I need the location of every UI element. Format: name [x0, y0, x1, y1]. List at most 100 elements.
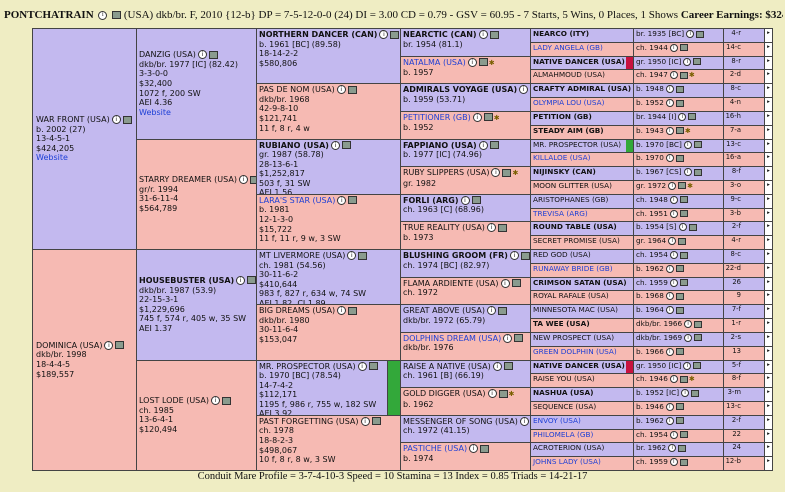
expand-arrow-icon[interactable]: ▸ — [764, 42, 772, 56]
expand-arrow-icon[interactable]: ▸ — [764, 29, 772, 42]
horse-name-link[interactable]: ROUND TABLE (USA) — [531, 222, 632, 235]
info-circle-icon[interactable]: i — [669, 209, 678, 218]
info-circle-icon[interactable]: i — [519, 85, 529, 95]
website-link[interactable]: Website — [139, 108, 254, 118]
expand-arrow-icon[interactable]: ▸ — [764, 332, 772, 346]
pedigree-flag-icon[interactable] — [678, 237, 687, 245]
pedigree-flag-icon[interactable] — [520, 251, 530, 260]
pedigree-flag-icon[interactable] — [679, 431, 688, 439]
info-circle-icon[interactable]: i — [98, 10, 108, 20]
horse-name-link[interactable]: HOUSEBUSTER (USA) i — [139, 275, 256, 286]
horse-name-link[interactable]: STEADY AIM (GB) — [531, 126, 632, 139]
horse-name-link[interactable]: GREAT ABOVE (USA) i — [403, 306, 528, 316]
pedigree-flag-icon[interactable] — [489, 141, 499, 149]
pedigree-flag-icon[interactable] — [675, 306, 684, 314]
info-circle-icon[interactable]: i — [678, 223, 687, 232]
pedigree-flag-icon[interactable] — [390, 30, 400, 39]
expand-arrow-icon[interactable]: ▸ — [764, 194, 772, 208]
expand-arrow-icon[interactable]: ▸ — [764, 139, 772, 153]
info-circle-icon[interactable]: i — [478, 140, 488, 150]
info-circle-icon[interactable]: i — [683, 168, 692, 177]
expand-arrow-icon[interactable]: ▸ — [764, 153, 772, 167]
info-circle-icon[interactable]: i — [665, 126, 674, 135]
pedigree-flag-icon[interactable] — [348, 196, 358, 205]
info-circle-icon[interactable]: i — [330, 140, 340, 150]
pedigree-flag-icon[interactable] — [368, 362, 378, 370]
expand-arrow-icon[interactable]: ▸ — [764, 443, 772, 457]
horse-name-link[interactable]: ACROTERION (USA) — [531, 443, 632, 456]
horse-name-link[interactable]: FAPPIANO (USA) i — [403, 140, 528, 151]
horse-name-link[interactable]: STARRY DREAMER (USA) i — [139, 175, 256, 185]
pedigree-flag-icon[interactable] — [497, 223, 507, 232]
horse-name-link[interactable]: LARA'S STAR (USA) i — [259, 195, 398, 206]
info-circle-icon[interactable]: i — [236, 275, 246, 285]
horse-name-link[interactable]: RUBIANO (USA) i — [259, 140, 398, 151]
horse-name-link[interactable]: NORTHERN DANCER (CAN) i — [259, 30, 400, 40]
pedigree-flag-icon[interactable] — [122, 115, 132, 124]
info-circle-icon[interactable]: i — [503, 333, 513, 343]
horse-name-link[interactable]: NEARCTIC (CAN) i — [403, 30, 528, 40]
info-circle-icon[interactable]: i — [681, 389, 690, 398]
expand-arrow-icon[interactable]: ▸ — [764, 98, 772, 111]
horse-name-link[interactable]: KILLALOE (USA) — [531, 153, 632, 166]
expand-arrow-icon[interactable]: ▸ — [764, 263, 772, 277]
info-circle-icon[interactable]: i — [357, 361, 367, 371]
info-circle-icon[interactable]: i — [669, 458, 678, 467]
expand-arrow-icon[interactable]: ▸ — [764, 125, 772, 139]
horse-name-link[interactable]: LADY ANGELA (GB) — [531, 43, 632, 56]
info-circle-icon[interactable]: i — [469, 444, 479, 454]
pedigree-flag-icon[interactable] — [371, 417, 381, 426]
horse-name-link[interactable]: DANZIG (USA) i — [139, 50, 254, 60]
pedigree-flag-icon[interactable] — [675, 154, 684, 162]
pedigree-flag-icon[interactable] — [678, 182, 687, 190]
horse-name-link[interactable]: ARISTOPHANES (GB) — [531, 195, 632, 208]
horse-name-link[interactable]: RAISE A NATIVE (USA) i — [403, 361, 528, 372]
horse-name-link[interactable]: PAS DE NOM (USA) i — [259, 85, 398, 95]
pedigree-flag-icon[interactable] — [679, 71, 688, 79]
horse-name-link[interactable]: SEQUENCE (USA) — [531, 402, 632, 415]
info-circle-icon[interactable]: i — [665, 264, 674, 273]
horse-name-link[interactable]: TA WEE (USA) — [531, 319, 632, 332]
pedigree-flag-icon[interactable] — [502, 168, 512, 177]
horse-name-link[interactable]: PETITION (GB) — [531, 112, 632, 125]
horse-name-link[interactable]: NATALMA (USA) i ✱ — [403, 57, 528, 69]
pedigree-flag-icon[interactable] — [478, 58, 488, 67]
info-circle-icon[interactable]: i — [347, 251, 357, 260]
horse-name-link[interactable]: ENVOY (USA) — [531, 416, 632, 429]
info-circle-icon[interactable]: i — [683, 361, 692, 370]
info-circle-icon[interactable]: i — [472, 112, 482, 122]
info-circle-icon[interactable]: i — [197, 50, 207, 60]
horse-name-link[interactable]: RAISE YOU (USA) — [531, 374, 632, 387]
expand-arrow-icon[interactable]: ▸ — [764, 415, 772, 429]
website-link[interactable]: Website — [36, 153, 133, 163]
info-circle-icon[interactable]: i — [665, 292, 674, 301]
info-circle-icon[interactable]: i — [337, 195, 347, 205]
info-circle-icon[interactable]: i — [665, 154, 674, 163]
info-circle-icon[interactable]: i — [669, 430, 678, 439]
horse-name-link[interactable]: JOHNS LADY (USA) — [531, 457, 632, 470]
expand-arrow-icon[interactable]: ▸ — [764, 167, 772, 180]
horse-name-link[interactable]: WAR FRONT (USA) i — [36, 115, 133, 125]
expand-arrow-icon[interactable]: ▸ — [764, 84, 772, 98]
expand-arrow-icon[interactable]: ▸ — [764, 70, 772, 84]
pedigree-flag-icon[interactable] — [347, 85, 357, 94]
pedigree-flag-icon[interactable] — [489, 30, 499, 39]
info-circle-icon[interactable]: i — [478, 30, 488, 39]
pedigree-flag-icon[interactable] — [498, 389, 508, 398]
pedigree-flag-icon[interactable] — [675, 403, 684, 411]
pedigree-flag-icon[interactable] — [696, 30, 705, 38]
info-circle-icon[interactable]: i — [669, 251, 678, 259]
pedigree-flag-icon[interactable] — [208, 50, 218, 59]
horse-name-link[interactable]: RED GOD (USA) — [531, 250, 632, 263]
expand-arrow-icon[interactable]: ▸ — [764, 222, 772, 236]
info-circle-icon[interactable]: i — [686, 30, 695, 38]
info-circle-icon[interactable]: i — [665, 85, 674, 94]
info-circle-icon[interactable]: i — [668, 181, 677, 190]
horse-name-link[interactable]: DOLPHINS DREAM (USA) i — [403, 333, 528, 344]
info-circle-icon[interactable]: i — [360, 416, 370, 426]
horse-name-link[interactable]: NEW PROSPECT (USA) — [531, 333, 632, 346]
info-circle-icon[interactable]: i — [665, 416, 674, 425]
horse-name-link[interactable]: MR. PROSPECTOR (USA) — [531, 140, 632, 153]
horse-name-link[interactable]: SECRET PROMISE (USA) — [531, 236, 632, 249]
expand-arrow-icon[interactable]: ▸ — [764, 374, 772, 388]
